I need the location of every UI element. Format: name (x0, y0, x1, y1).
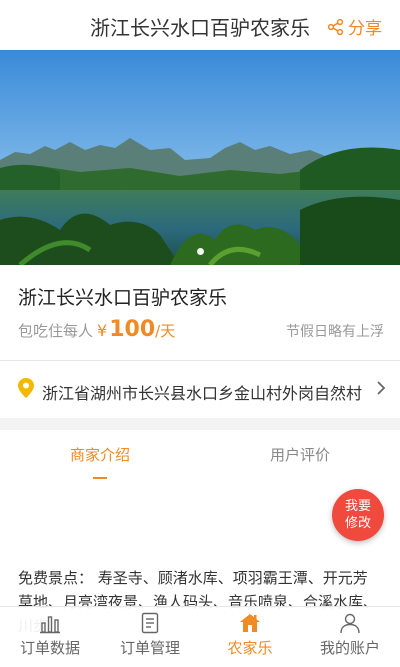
user-icon (340, 613, 360, 634)
top-bar: 浙江长兴水口百驴农家乐 分享 (0, 0, 400, 50)
edit-button-line2: 修改 (344, 516, 371, 531)
section-gap (0, 418, 400, 430)
bottom-tab-bar: 订单数据 订单管理 农家乐 我的账户 (0, 606, 400, 667)
share-button[interactable]: 分享 (327, 14, 382, 39)
listing-name: 浙江长兴水口百驴农家乐 (18, 287, 228, 309)
hero-carousel[interactable] (0, 50, 400, 265)
price-value: 100 (109, 317, 156, 342)
tabbar-label: 订单数据 (19, 639, 80, 657)
currency-symbol: ¥ (97, 321, 108, 340)
tab-user-reviews[interactable]: 用户评价 (200, 444, 400, 465)
address-row[interactable]: 浙江省湖州市长兴县水口乡金山村外岗自然村 (0, 362, 400, 418)
tabbar-item-my-account[interactable]: 我的账户 (300, 607, 400, 667)
share-label: 分享 (348, 19, 382, 39)
listing-info: 浙江长兴水口百驴农家乐 包吃住每人 ¥ 100 /天 节假日略有上浮 (0, 265, 400, 360)
farmhouse-icon (240, 614, 260, 632)
active-tab-indicator (93, 477, 107, 479)
divider (0, 360, 400, 361)
tabbar-label: 订单管理 (119, 639, 180, 657)
holiday-note: 节假日略有上浮 (286, 324, 384, 340)
tab-merchant-intro[interactable]: 商家介绍 (0, 444, 200, 465)
tabbar-item-farmhouse[interactable]: 农家乐 (200, 607, 300, 667)
document-icon (141, 612, 159, 634)
tabbar-label: 农家乐 (227, 639, 273, 657)
location-pin-icon (18, 378, 34, 398)
address-text: 浙江省湖州市长兴县水口乡金山村外岗自然村 (42, 384, 362, 403)
edit-button[interactable]: 我要 修改 (332, 489, 384, 541)
share-icon (327, 18, 344, 35)
chevron-right-icon (377, 381, 386, 395)
price-prefix: 包吃住每人 (18, 322, 94, 340)
tabbar-label: 我的账户 (319, 639, 380, 657)
carousel-indicator (0, 240, 400, 259)
tabbar-item-order-data[interactable]: 订单数据 (0, 607, 100, 667)
landscape-photo (0, 50, 400, 265)
carousel-dot (196, 248, 204, 255)
price-row: 包吃住每人 ¥ 100 /天 (18, 317, 175, 342)
bar-chart-icon (40, 616, 60, 634)
price-unit: /天 (155, 322, 176, 340)
edit-button-line1: 我要 (344, 499, 371, 514)
tabbar-item-order-management[interactable]: 订单管理 (100, 607, 200, 667)
detail-tabs: 商家介绍 用户评价 (0, 430, 400, 486)
